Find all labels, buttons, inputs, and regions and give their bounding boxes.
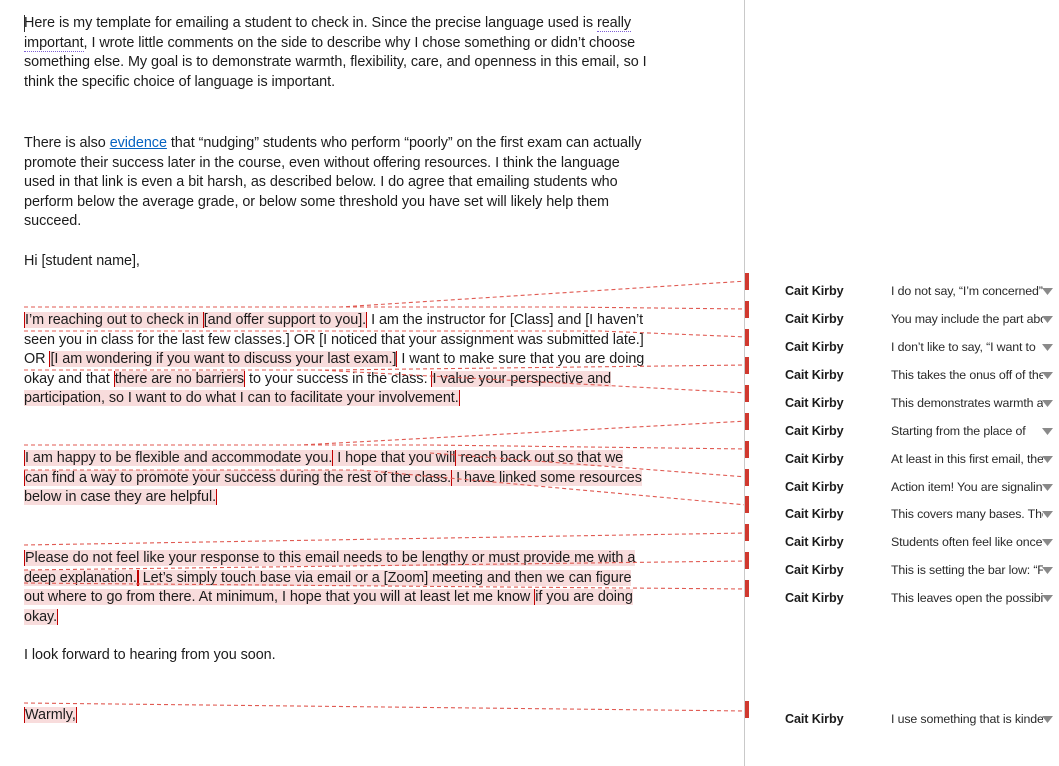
comment-text: This takes the onus off of the: [891, 368, 1043, 382]
chevron-down-icon[interactable]: [1042, 707, 1053, 731]
comment-author: Cait Kirby: [785, 340, 844, 354]
comment-author: Cait Kirby: [785, 591, 844, 605]
paragraph-closing-lookforward[interactable]: I look forward to hearing from you soon.: [24, 646, 424, 666]
comment-row[interactable]: Cait Kirby Action item! You are signaling: [745, 475, 1059, 499]
highlight-offer-support[interactable]: [and offer support to you].: [202, 312, 368, 328]
highlight-can-find-a-way[interactable]: can find a way to promote your success d…: [24, 469, 453, 486]
comment-text: I do not say, “I’m concerned” or: [891, 284, 1043, 298]
comment-row[interactable]: Cait Kirby Starting from the place of: [745, 419, 1059, 443]
comment-author: Cait Kirby: [785, 535, 844, 549]
chevron-down-icon[interactable]: [1042, 335, 1053, 359]
paragraph-greeting[interactable]: Hi [student name],: [24, 252, 424, 272]
chevron-down-icon[interactable]: [1042, 447, 1053, 471]
highlight-no-barriers[interactable]: there are no barriers: [113, 370, 246, 387]
highlight-reaching-out[interactable]: I’m reaching out to check in: [24, 312, 203, 328]
comment-row[interactable]: Cait Kirby Students often feel like once: [745, 530, 1059, 554]
intro-text-part-1: Here is my template for emailing a stude…: [24, 15, 597, 31]
comment-row[interactable]: Cait Kirby This takes the onus off of the: [745, 363, 1059, 387]
comment-author: Cait Kirby: [785, 452, 844, 466]
comment-row[interactable]: Cait Kirby This leaves open the possibili…: [745, 586, 1059, 610]
chevron-down-icon[interactable]: [1042, 279, 1053, 303]
chevron-down-icon[interactable]: [1042, 307, 1053, 331]
chevron-down-icon[interactable]: [1042, 475, 1053, 499]
chevron-down-icon[interactable]: [1042, 586, 1053, 610]
paragraph-intro[interactable]: Here is my template for emailing a stude…: [24, 14, 654, 92]
highlight-flexible-accommodate[interactable]: I am happy to be flexible and accommodat…: [24, 450, 332, 466]
comment-text: This leaves open the possibility: [891, 591, 1043, 605]
comment-author: Cait Kirby: [785, 284, 844, 298]
comment-text: Action item! You are signaling: [891, 480, 1043, 494]
paragraph-body-2[interactable]: I am happy to be flexible and accommodat…: [24, 449, 649, 508]
comment-text: This demonstrates warmth and: [891, 396, 1043, 410]
evidence-text-part-1: There is also: [24, 135, 110, 151]
comment-row[interactable]: Cait Kirby I use something that is kinder: [745, 707, 1059, 731]
comment-author: Cait Kirby: [785, 312, 844, 326]
comment-author: Cait Kirby: [785, 424, 844, 438]
comment-author: Cait Kirby: [785, 507, 844, 521]
comment-row[interactable]: Cait Kirby I don’t like to say, “I want t…: [745, 335, 1059, 359]
chevron-down-icon[interactable]: [1042, 558, 1053, 582]
chevron-down-icon[interactable]: [1042, 363, 1053, 387]
chevron-down-icon[interactable]: [1042, 502, 1053, 526]
comment-author: Cait Kirby: [785, 563, 844, 577]
comment-text: At least in this first email, there: [891, 452, 1043, 466]
comment-row[interactable]: Cait Kirby This covers many bases. The: [745, 502, 1059, 526]
comment-text: Students often feel like once: [891, 535, 1043, 549]
paragraph-body-1[interactable]: I’m reaching out to check in [and offer …: [24, 311, 649, 409]
highlight-warmly[interactable]: Warmly,: [24, 707, 77, 723]
paragraph-evidence[interactable]: There is also evidence that “nudging” st…: [24, 134, 649, 232]
comment-author: Cait Kirby: [785, 712, 844, 726]
chevron-down-icon[interactable]: [1042, 419, 1053, 443]
comment-row[interactable]: Cait Kirby This is setting the bar low: “…: [745, 558, 1059, 582]
comment-text: You may include the part about: [891, 312, 1043, 326]
comment-text: Starting from the place of: [891, 424, 1026, 438]
comment-text: I don’t like to say, “I want to: [891, 340, 1036, 354]
body1-plain-3: to your success in the class.: [245, 370, 432, 387]
chevron-down-icon[interactable]: [1042, 530, 1053, 554]
comment-author: Cait Kirby: [785, 368, 844, 382]
comment-text: This is setting the bar low: “First: [891, 563, 1043, 577]
highlight-discuss-exam[interactable]: [I am wondering if you want to discuss y…: [49, 351, 398, 368]
highlight-reach-back-out[interactable]: reach back out so that we: [455, 450, 623, 466]
comment-text: I use something that is kinder: [891, 712, 1043, 726]
chevron-down-icon[interactable]: [1042, 391, 1053, 415]
comment-text: This covers many bases. The: [891, 507, 1043, 521]
comment-row[interactable]: Cait Kirby I do not say, “I’m concerned” …: [745, 279, 1059, 303]
evidence-hyperlink[interactable]: evidence: [110, 135, 167, 151]
comment-pane[interactable]: Cait Kirby I do not say, “I’m concerned” …: [745, 0, 1059, 766]
comment-author: Cait Kirby: [785, 396, 844, 410]
comment-row[interactable]: Cait Kirby You may include the part about: [745, 307, 1059, 331]
comment-author: Cait Kirby: [785, 480, 844, 494]
highlight-hope-you-will[interactable]: I hope that you will: [332, 450, 456, 466]
comment-row[interactable]: Cait Kirby This demonstrates warmth and: [745, 391, 1059, 415]
intro-text-part-2: , I wrote little comments on the side to…: [24, 34, 647, 90]
document-pane[interactable]: Here is my template for emailing a stude…: [0, 0, 744, 766]
paragraph-closing-warmly[interactable]: Warmly,: [24, 706, 324, 726]
comment-row[interactable]: Cait Kirby At least in this first email, …: [745, 447, 1059, 471]
paragraph-body-3[interactable]: Please do not feel like your response to…: [24, 549, 652, 627]
